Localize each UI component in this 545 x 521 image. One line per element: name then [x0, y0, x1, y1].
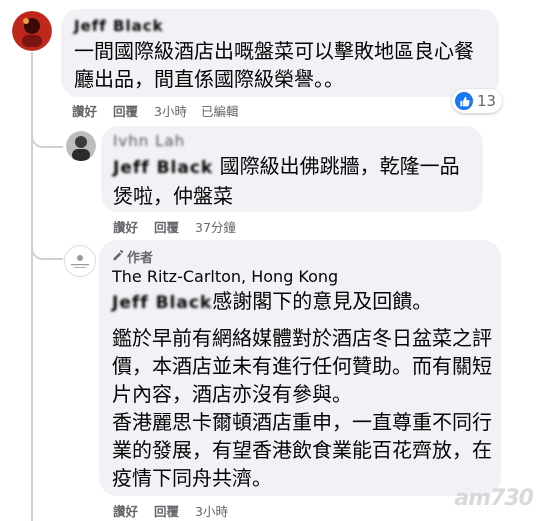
watermark-logo: am730: [454, 486, 534, 511]
like-reaction-icon: [455, 92, 473, 110]
pencil-icon: [112, 249, 124, 265]
edited-label: 已編輯: [200, 104, 239, 119]
reaction-summary[interactable]: 13: [452, 89, 503, 113]
like-button[interactable]: 讚好: [113, 217, 138, 236]
reaction-count: 13: [477, 92, 497, 110]
mention-tag[interactable]: Jeff Black: [113, 158, 213, 178]
thread-connector-reply-2: [31, 230, 63, 260]
author-badge: 作者: [112, 247, 153, 266]
reply-button[interactable]: 回覆: [113, 101, 138, 120]
page-reply-timestamp[interactable]: 3小時: [195, 501, 228, 520]
page-reply-paragraph-1: 鑑於早前有網絡媒體對於酒店冬日盆菜之評價，本酒店並未有進行任何贊助。而有關短片內…: [112, 326, 492, 406]
like-button[interactable]: 讚好: [72, 101, 97, 120]
reply-bubble: Ivhn Lah Jeff Black 國際級出佛跳牆，乾隆一品煲啦，仲盤菜: [101, 126, 483, 212]
reply-button[interactable]: 回覆: [154, 217, 179, 236]
reply-author-name[interactable]: Ivhn Lah: [113, 132, 185, 150]
page-reply-paragraph-2: 香港麗思卡爾頓酒店重申，一直尊重不同行業的發展，有望香港飲食業能百花齊放，在疫情…: [112, 410, 492, 490]
comment-timestamp[interactable]: 3小時: [154, 101, 187, 120]
comment-bubble: Jeff Black 一間國際級酒店出嘅盤菜可以擊敗地區良心餐廳出品，間直係國際…: [61, 9, 499, 97]
reply-actions: 讚好 回覆 37分鐘: [113, 217, 250, 236]
reply-text: Jeff Black 國際級出佛跳牆，乾隆一品煲啦，仲盤菜: [113, 154, 460, 208]
page-reply-bubble: 作者 The Ritz-Carlton, Hong Kong Jeff Blac…: [99, 240, 501, 496]
like-button[interactable]: 讚好: [113, 501, 138, 520]
commenter-avatar[interactable]: [12, 11, 52, 51]
reply-avatar[interactable]: [66, 131, 96, 161]
mention-tag[interactable]: Jeff Black: [112, 293, 212, 313]
thread-connector-reply-1: [31, 118, 63, 148]
page-name[interactable]: The Ritz-Carlton, Hong Kong: [112, 267, 338, 286]
page-avatar[interactable]: [64, 245, 96, 277]
reply-timestamp[interactable]: 37分鐘: [195, 217, 236, 236]
comment-text: 一間國際級酒店出嘅盤菜可以擊敗地區良心餐廳出品，間直係國際級榮譽。。: [74, 39, 474, 91]
page-reply-first-line: Jeff Black感謝閣下的意見及回饋。: [112, 289, 433, 313]
commenter-name[interactable]: Jeff Black: [74, 17, 164, 35]
reply-button[interactable]: 回覆: [154, 501, 179, 520]
page-reply-actions: 讚好 回覆 3小時: [113, 501, 242, 520]
comment-actions: 讚好 回覆 3小時 已編輯: [72, 101, 253, 120]
